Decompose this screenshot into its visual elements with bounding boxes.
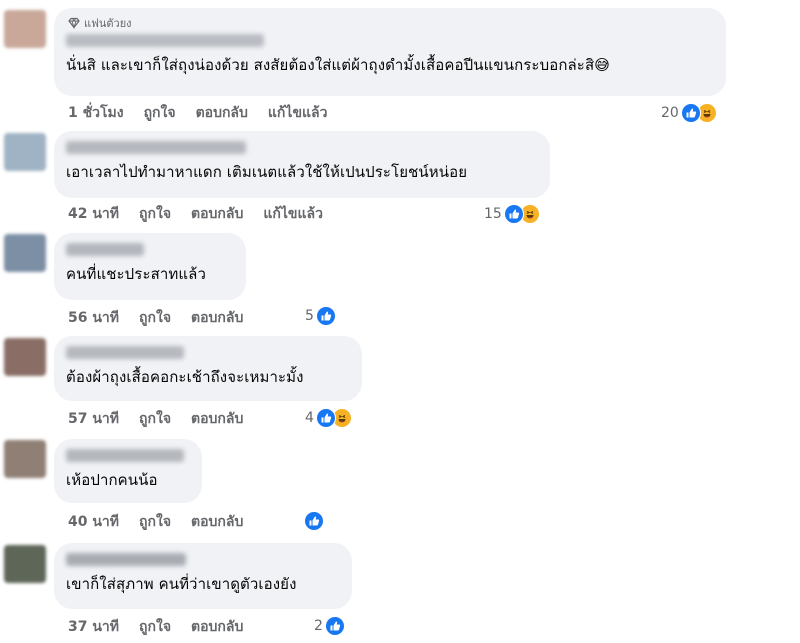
reactions[interactable]: 5	[305, 305, 336, 327]
reactions[interactable]	[302, 510, 324, 532]
author-name[interactable]	[66, 243, 144, 256]
avatar[interactable]	[4, 338, 46, 376]
comment-text: เอาเวลาไปทำมาหาแดก เติมเนตแล้วใช้ให้เปนป…	[66, 163, 468, 181]
comment-actions: 40 นาที ถูกใจ ตอบกลับ	[68, 513, 263, 531]
timestamp[interactable]: 1 ชั่วโมง	[68, 102, 124, 124]
comment-text: เขาก็ใส่สุภาพ คนที่ว่าเขาดูตัวเองยัง	[66, 575, 297, 593]
like-button[interactable]: ถูกใจ	[139, 408, 171, 430]
like-button[interactable]: ถูกใจ	[139, 616, 171, 638]
comment-text: คนที่แชะประสาทแล้ว	[66, 265, 206, 283]
author-name[interactable]	[66, 141, 246, 154]
author-name[interactable]	[66, 34, 264, 47]
avatar[interactable]	[4, 234, 46, 272]
avatar[interactable]	[4, 10, 46, 48]
comment-bubble: เขาก็ใส่สุภาพ คนที่ว่าเขาดูตัวเองยัง	[54, 543, 352, 609]
reactions[interactable]: 2	[314, 615, 345, 637]
reaction-count: 2	[314, 618, 323, 634]
comment-actions: 1 ชั่วโมง ถูกใจ ตอบกลับ แก้ไขแล้ว	[68, 104, 347, 122]
like-icon	[315, 408, 336, 428]
like-icon	[324, 616, 345, 636]
timestamp[interactable]: 42 นาที	[68, 203, 119, 225]
reaction-count: 15	[484, 206, 502, 222]
author-name[interactable]	[66, 553, 186, 566]
comment-actions: 56 นาที ถูกใจ ตอบกลับ	[68, 309, 263, 327]
like-icon	[315, 306, 336, 326]
comment-actions: 42 นาที ถูกใจ ตอบกลับ แก้ไขแล้ว	[68, 205, 343, 223]
comment-text: นั่นสิ และเขาก็ใส่ถุงน่องด้วย สงสัยต้องใ…	[66, 56, 610, 74]
comment-actions: 37 นาที ถูกใจ ตอบกลับ	[68, 618, 263, 636]
like-button[interactable]: ถูกใจ	[139, 203, 171, 225]
author-name[interactable]	[66, 346, 184, 359]
like-icon	[680, 103, 701, 123]
reply-button[interactable]: ตอบกลับ	[196, 102, 248, 124]
comment-actions: 57 นาที ถูกใจ ตอบกลับ	[68, 410, 263, 428]
reply-button[interactable]: ตอบกลับ	[191, 616, 243, 638]
like-button[interactable]: ถูกใจ	[139, 511, 171, 533]
reaction-count: 5	[305, 308, 314, 324]
comment-text: ต้องผ้าถุงเสื้อคอกะเช้าถึงจะเหมาะมั้ง	[66, 368, 304, 386]
author-name[interactable]	[66, 449, 184, 462]
comment-bubble: คนที่แชะประสาทแล้ว	[54, 233, 246, 300]
timestamp[interactable]: 57 นาที	[68, 408, 119, 430]
reaction-count: 20	[661, 105, 679, 121]
timestamp[interactable]: 40 นาที	[68, 511, 119, 533]
like-icon	[304, 511, 324, 531]
reactions[interactable]: 15	[484, 203, 540, 225]
timestamp[interactable]: 37 นาที	[68, 616, 119, 638]
reactions[interactable]: 20	[661, 102, 717, 124]
like-button[interactable]: ถูกใจ	[144, 102, 176, 124]
reactions[interactable]: 4	[305, 407, 352, 429]
reply-button[interactable]: ตอบกลับ	[191, 408, 243, 430]
avatar[interactable]	[4, 133, 46, 171]
reply-button[interactable]: ตอบกลับ	[191, 307, 243, 329]
timestamp[interactable]: 56 นาที	[68, 307, 119, 329]
comment-bubble: เอาเวลาไปทำมาหาแดก เติมเนตแล้วใช้ให้เปนป…	[54, 131, 550, 198]
reply-button[interactable]: ตอบกลับ	[191, 203, 243, 225]
avatar[interactable]	[4, 440, 46, 478]
avatar[interactable]	[4, 545, 46, 583]
diamond-icon	[68, 17, 80, 29]
like-icon	[503, 204, 524, 224]
comment-bubble: ต้องผ้าถุงเสื้อคอกะเช้าถึงจะเหมาะมั้ง	[54, 336, 362, 401]
comment-bubble: เห้อปากคนน้อ	[54, 439, 202, 503]
badge-label: แฟนตัวยง	[84, 17, 132, 30]
comment-text: เห้อปากคนน้อ	[66, 471, 158, 489]
top-fan-badge: แฟนตัวยง	[68, 15, 714, 31]
edited-label[interactable]: แก้ไขแล้ว	[263, 203, 323, 225]
reaction-count: 4	[305, 410, 314, 426]
like-button[interactable]: ถูกใจ	[139, 307, 171, 329]
comment-bubble: แฟนตัวยง นั่นสิ และเขาก็ใส่ถุงน่องด้วย ส…	[54, 8, 726, 96]
edited-label[interactable]: แก้ไขแล้ว	[268, 102, 328, 124]
reply-button[interactable]: ตอบกลับ	[191, 511, 243, 533]
